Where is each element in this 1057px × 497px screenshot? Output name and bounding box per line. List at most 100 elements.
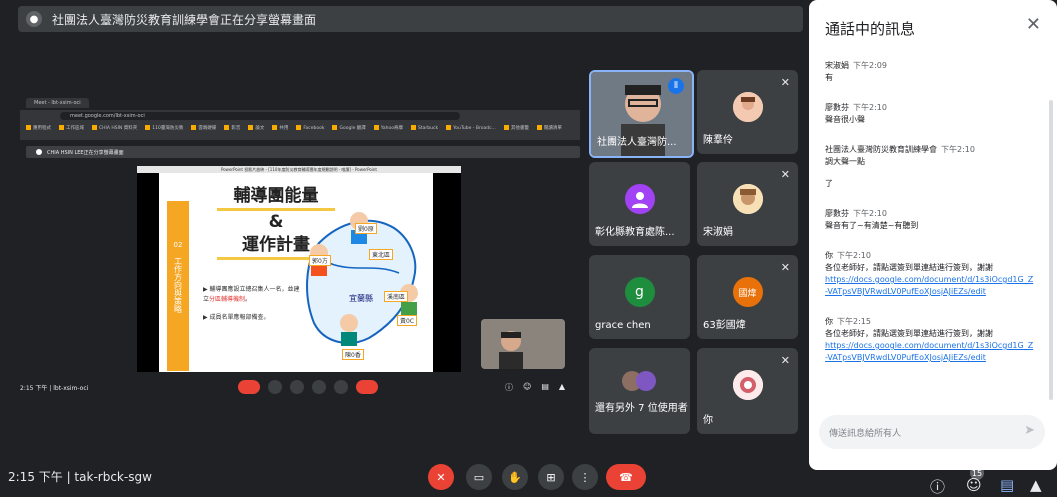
mic-off-icon: ✕ — [780, 354, 790, 367]
chat-message: 社團法人臺灣防災教育訓練學會 下午2:10 調大聲一點 了 — [825, 145, 975, 188]
people-icon[interactable]: ☺ — [966, 476, 982, 494]
shared-people-icon: ☺ — [523, 382, 532, 391]
shared-browser-chrome: Meet - lbt-xsim-oci meet.google.com/lbt-… — [20, 96, 580, 140]
presentation-slide: 02 工作方向與策略 輔導團能量 & 運作計畫 輔導團應設立總召集人一名，並建立… — [159, 173, 433, 372]
raise-hand-icon[interactable]: ✋ — [502, 464, 528, 490]
bookmark: Google 翻譯 — [332, 125, 365, 131]
slide-window: PowerPoint 投影片放映 - [110年度防災教育輔導團年度規劃說明 -… — [137, 166, 461, 372]
chat-link[interactable]: https://docs.google.com/document/d/1s3iO… — [825, 275, 1033, 296]
chat-panel: 通話中的訊息 ✕ 宋淑娟 下午2:09 有 廖數芬 下午2:10 聲音很小聲 社團法… — [809, 0, 1057, 470]
slide-bullet: 輔導團應設立總召集人一名，並建立分區輔導機制。 — [203, 285, 303, 305]
presenter-avatar-icon: ● — [26, 11, 42, 27]
participant-avatar — [732, 370, 763, 400]
bookmark: Starbuck — [411, 125, 438, 131]
chat-icon[interactable]: ▤ — [1000, 476, 1014, 494]
chat-scrollbar[interactable] — [1049, 100, 1053, 400]
participant-tile[interactable]: ✕ 宋淑娟 — [697, 162, 798, 246]
map-label: 東北區 — [369, 249, 394, 260]
participant-avatar — [732, 184, 763, 214]
slide-sidebar: 02 工作方向與策略 — [167, 201, 189, 371]
close-icon[interactable]: ✕ — [1026, 14, 1041, 35]
map-label: 陳0香 — [342, 349, 364, 360]
chat-input-placeholder: 傳送訊息給所有人 — [829, 429, 902, 439]
bookmark: Yahoo奇摩 — [374, 125, 403, 131]
bookmark: 共用 — [272, 125, 288, 131]
more-options-icon[interactable]: ⋮ — [572, 464, 598, 490]
shared-more-icon — [334, 380, 348, 394]
person-icon — [624, 184, 655, 214]
chat-message: 宋淑娟 下午2:09 有 — [825, 61, 887, 82]
map-label: 溪南區 — [384, 291, 409, 302]
chat-message: 你下午2:15 各位老師好，請點選簽到單連結進行簽到，謝謝 https://do… — [825, 317, 1034, 362]
participant-name: 還有另外 7 位使用者 — [595, 403, 688, 414]
group-avatars-icon — [620, 366, 660, 396]
map-label: 劉0原 — [355, 223, 377, 234]
shared-presenting-banner: CHIA HSIN LEE正在分享螢幕畫面 — [26, 146, 580, 158]
chat-input[interactable]: 傳送訊息給所有人 ➤ — [819, 415, 1045, 449]
shared-mic-icon — [238, 380, 260, 394]
shared-hand-icon — [290, 380, 304, 394]
meeting-details-icon[interactable]: ⓘ — [930, 476, 945, 497]
participant-name: 63彭國煒 — [703, 320, 746, 331]
shared-right-icons: ⓘ ☺ ▤ ▲ — [505, 382, 565, 393]
mic-off-icon[interactable]: ✕ — [428, 464, 454, 490]
chat-messages: 宋淑娟 下午2:09 有 廖數芬 下午2:10 聲音很小聲 社團法人臺灣防災教育訓練… — [825, 60, 1035, 382]
chat-message: 你下午2:10 各位老師好，請點選簽到單連結進行簽到，謝謝 https://do… — [825, 251, 1034, 296]
participant-tile[interactable]: g grace chen — [589, 255, 690, 339]
hangup-icon[interactable]: ☎ — [606, 464, 646, 490]
present-now-icon[interactable]: ⊞ — [538, 464, 564, 490]
bookmark: 影音 — [224, 125, 240, 131]
shared-present-icon — [312, 380, 326, 394]
shared-camera-icon — [268, 380, 282, 394]
mic-off-icon: ✕ — [780, 168, 790, 181]
shared-address-bar: meet.google.com/lbt-xsim-oci — [60, 112, 460, 120]
chat-link[interactable]: https://docs.google.com/document/d/1s3iO… — [825, 341, 1033, 362]
mic-off-icon: ✕ — [780, 261, 790, 274]
participant-name: 社團法人臺灣防... — [597, 137, 677, 148]
mic-off-icon: ✕ — [780, 76, 790, 89]
participant-avatar: g — [624, 277, 655, 307]
chat-message: 廖數芬 下午2:10 聲音有了~有清楚~有聽到 — [825, 209, 919, 230]
participant-tile[interactable]: ✕ 陳羣伶 — [697, 70, 798, 154]
meeting-main-area: ● 社團法人臺灣防災教育訓練學會正在分享螢幕畫面 Meet - lbt-xsim… — [0, 0, 807, 493]
bookmark: YouTube - Broadc... — [446, 125, 496, 131]
person-video-icon — [481, 319, 565, 369]
bookmark: Facebook — [296, 125, 324, 131]
shared-browser-tab: Meet - lbt-xsim-oci — [26, 98, 89, 108]
shared-info-icon: ⓘ — [505, 383, 513, 392]
bookmark: 論文 — [248, 125, 264, 131]
bookmark: 其他書籤 — [504, 125, 529, 131]
chat-title: 通話中的訊息 — [825, 20, 916, 38]
slide-bullet: 成員名單應報部備查。 — [203, 313, 303, 323]
participant-avatar — [732, 92, 763, 122]
send-icon[interactable]: ➤ — [1024, 423, 1035, 438]
presenting-banner: ● 社團法人臺灣防災教育訓練學會正在分享螢幕畫面 — [18, 6, 803, 32]
shared-hangup-icon — [356, 380, 378, 394]
slide-section-number: 02 — [173, 241, 183, 249]
participant-name: 彰化縣教育處陈... — [595, 227, 675, 238]
bookmark: CHIA HSIN 資料夾 — [92, 125, 137, 131]
bookmark: 應用程式 — [26, 125, 51, 131]
meeting-controls-bar: 2:15 下午 | tak-rbck-sgw ✕ ▭ ✋ ⊞ ⋮ ☎ — [0, 460, 807, 493]
participant-tile[interactable]: 彰化縣教育處陈... — [589, 162, 690, 246]
map-county-label: 宜蘭縣 — [349, 294, 373, 303]
shared-chat-icon: ▤ — [541, 382, 549, 391]
participant-tile[interactable]: ⦀ 社團法人臺灣防... — [589, 70, 694, 158]
shared-controls — [238, 380, 378, 394]
participant-tile[interactable]: ✕ 你 — [697, 348, 798, 434]
camera-icon[interactable]: ▭ — [466, 464, 492, 490]
presenter-video-thumbnail[interactable] — [481, 319, 565, 369]
participant-name: grace chen — [595, 320, 651, 331]
bookmark: 雲端硬碟 — [191, 125, 216, 131]
participant-name: 你 — [703, 415, 713, 426]
bookmark: 閱讀清單 — [537, 125, 562, 131]
activities-icon[interactable]: ▲ — [1030, 476, 1042, 494]
shared-meeting-info: 2:15 下午 | lbt-xsim-oci — [20, 385, 89, 392]
shared-activities-icon: ▲ — [558, 382, 566, 391]
participant-avatar: 國煒 — [732, 277, 763, 307]
more-participants-tile[interactable]: 還有另外 7 位使用者 — [589, 348, 690, 434]
participant-tile[interactable]: ✕ 國煒 63彭國煒 — [697, 255, 798, 339]
chat-message: 廖數芬 下午2:10 聲音很小聲 — [825, 103, 887, 124]
meeting-info: 2:15 下午 | tak-rbck-sgw — [8, 470, 152, 484]
participant-name: 陳羣伶 — [703, 135, 733, 146]
